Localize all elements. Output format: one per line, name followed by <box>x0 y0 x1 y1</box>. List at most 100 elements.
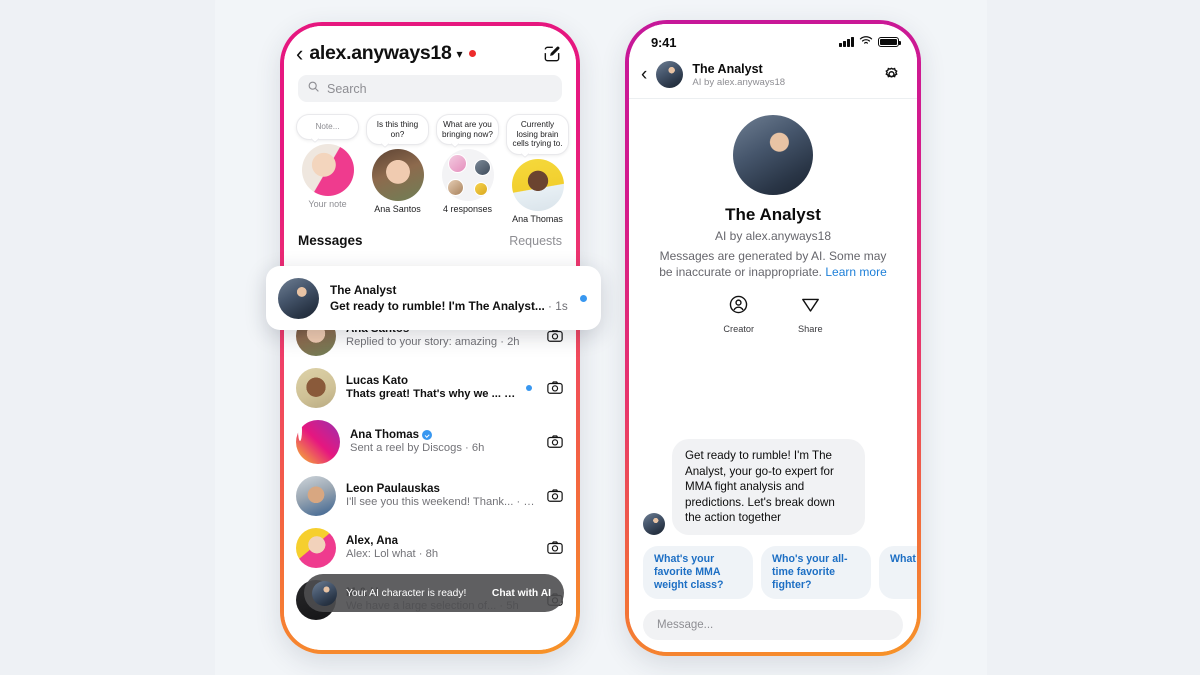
battery-full-icon <box>878 36 902 48</box>
suggested-replies[interactable]: What's your favorite MMA weight class? W… <box>629 535 917 599</box>
preview-text: Sent a reel by Discogs <box>350 442 462 455</box>
suggestion-chip[interactable]: What fight <box>879 546 917 599</box>
conversation-preview: Replied to your story: amazing · 2h <box>346 336 520 349</box>
avatar <box>473 182 488 197</box>
conversation-preview: Alex: Lol what · 8h <box>346 548 439 561</box>
timestamp: 14h <box>523 496 536 509</box>
note-label: Ana Santos <box>374 204 421 215</box>
chat-header: ‹ The Analyst AI by alex.anyways18 <box>629 53 917 99</box>
phone-frame-left: ‹ alex.anyways18 ▾ Search Note... Your n… <box>280 22 580 654</box>
ai-settings-icon[interactable] <box>882 65 901 84</box>
unread-dot-icon <box>526 384 532 391</box>
unread-dot-icon <box>580 294 587 302</box>
avatar[interactable] <box>733 115 813 195</box>
toast-text: Your AI character is ready! <box>346 587 467 599</box>
messages-title: Messages <box>298 232 363 248</box>
conversation-row[interactable]: Alex, Ana Alex: Lol what · 8h <box>284 522 576 574</box>
message-input[interactable]: Message... <box>643 610 903 640</box>
conversation-row[interactable]: Lucas Kato Thats great! That's why we ..… <box>284 362 576 414</box>
instagram-inbox-screen: ‹ alex.anyways18 ▾ Search Note... Your n… <box>284 26 576 650</box>
learn-more-link[interactable]: Learn more <box>825 265 886 279</box>
avatar[interactable] <box>296 527 336 568</box>
ai-profile-actions: Creator Share <box>653 294 893 334</box>
chat-with-ai-button[interactable]: Chat with AI <box>492 588 551 599</box>
status-icons <box>839 33 902 51</box>
search-input[interactable]: Search <box>298 75 562 102</box>
note-bubble[interactable]: Note... <box>296 114 359 140</box>
note-item[interactable]: What are you bringing now? 4 responses <box>436 114 499 224</box>
avatar[interactable] <box>298 419 302 441</box>
avatar <box>446 179 464 197</box>
camera-icon[interactable] <box>546 487 564 505</box>
suggestion-chip[interactable]: What's your favorite MMA weight class? <box>643 546 753 599</box>
timestamp: · 1s <box>548 299 568 313</box>
back-icon[interactable]: ‹ <box>641 64 647 86</box>
inbox-header: ‹ alex.anyways18 ▾ <box>284 26 576 71</box>
notification-text: The Analyst Get ready to rumble! I'm The… <box>330 283 568 313</box>
conversation-name: Alex, Ana <box>346 535 398 548</box>
camera-icon[interactable] <box>546 379 564 397</box>
phone-frame-right: 9:41 ‹ The Analyst AI by alex.anyways18 … <box>625 20 921 656</box>
wifi-icon <box>859 33 873 51</box>
red-dot-icon <box>468 50 476 57</box>
story-ring[interactable] <box>296 419 340 464</box>
note-bubble[interactable]: What are you bringing now? <box>436 114 499 146</box>
note-label: Ana Thomas <box>512 213 563 224</box>
conversation-row[interactable]: Leon Paulauskas I'll see you this weeken… <box>284 470 576 522</box>
avatar[interactable] <box>296 367 336 408</box>
avatar[interactable] <box>371 149 424 202</box>
ai-chat-screen: 9:41 ‹ The Analyst AI by alex.anyways18 … <box>629 24 917 652</box>
note-bubble[interactable]: Currently losing brain cells trying to. <box>506 114 569 155</box>
requests-link[interactable]: Requests <box>509 234 562 248</box>
avatar[interactable] <box>643 513 665 535</box>
share-paperplane-icon <box>800 298 821 319</box>
status-bar: 9:41 <box>629 24 917 53</box>
cellular-bars-icon <box>839 37 854 47</box>
avatar[interactable] <box>301 144 354 196</box>
screenshot-root: ‹ alex.anyways18 ▾ Search Note... Your n… <box>0 0 1200 675</box>
phone-screen-left: ‹ alex.anyways18 ▾ Search Note... Your n… <box>284 26 576 650</box>
conversation-row[interactable]: Ana Thomas Sent a reel by Discogs · 6h <box>284 414 576 470</box>
account-username[interactable]: alex.anyways18 <box>309 42 451 65</box>
camera-icon[interactable] <box>546 539 564 557</box>
suggestion-chip[interactable]: Who's your all-time favorite fighter? <box>761 546 871 599</box>
notes-carousel[interactable]: Note... Your note Is this thing on? Ana … <box>284 102 576 224</box>
name-text: Ana Thomas <box>350 429 420 442</box>
conversation-text: Ana Thomas Sent a reel by Discogs · 6h <box>350 429 536 454</box>
avatar[interactable] <box>656 61 684 88</box>
verified-badge-icon <box>422 430 433 441</box>
phone-screen-right: 9:41 ‹ The Analyst AI by alex.anyways18 … <box>629 24 917 652</box>
conversation-text: Leon Paulauskas I'll see you this weeken… <box>346 483 536 508</box>
chevron-down-icon[interactable]: ▾ <box>457 47 463 61</box>
conversation-text: Lucas Kato Thats great! That's why we ..… <box>346 375 516 400</box>
ai-ready-toast[interactable]: Your AI character is ready! Chat with AI <box>304 574 564 612</box>
chat-subtitle: AI by alex.anyways18 <box>692 76 786 88</box>
notification-title: The Analyst <box>330 283 397 297</box>
creator-button[interactable]: Creator <box>723 294 754 334</box>
compose-icon[interactable] <box>542 44 562 64</box>
note-item[interactable]: Note... Your note <box>296 114 359 224</box>
chat-title: The Analyst <box>692 61 763 76</box>
conversation-name: Ana Thomas <box>350 429 536 441</box>
notification-card[interactable]: The Analyst Get ready to rumble! I'm The… <box>266 266 601 330</box>
avatar-group[interactable] <box>441 149 494 202</box>
message-bubble: Get ready to rumble! I'm The Analyst, yo… <box>672 439 865 535</box>
chat-message-row: Get ready to rumble! I'm The Analyst, yo… <box>629 439 917 535</box>
status-time: 9:41 <box>651 34 677 50</box>
back-icon[interactable]: ‹ <box>296 42 303 65</box>
share-button[interactable]: Share <box>798 294 823 334</box>
notification-preview: Get ready to rumble! I'm The Analyst... … <box>330 299 568 313</box>
camera-icon[interactable] <box>546 433 564 451</box>
note-item[interactable]: Is this thing on? Ana Santos <box>366 114 429 224</box>
note-label: 4 responses <box>442 204 493 215</box>
messages-section-header: Messages Requests <box>284 224 576 254</box>
creator-label: Creator <box>723 324 755 334</box>
timestamp: 4h <box>511 388 516 400</box>
ai-name: The Analyst <box>725 205 821 224</box>
note-bubble[interactable]: Is this thing on? <box>366 114 429 146</box>
avatar[interactable] <box>296 475 336 516</box>
note-item[interactable]: Currently losing brain cells trying to. … <box>506 114 569 224</box>
avatar[interactable] <box>511 158 564 211</box>
note-label: Your note <box>308 199 347 209</box>
search-placeholder: Search <box>327 81 367 96</box>
